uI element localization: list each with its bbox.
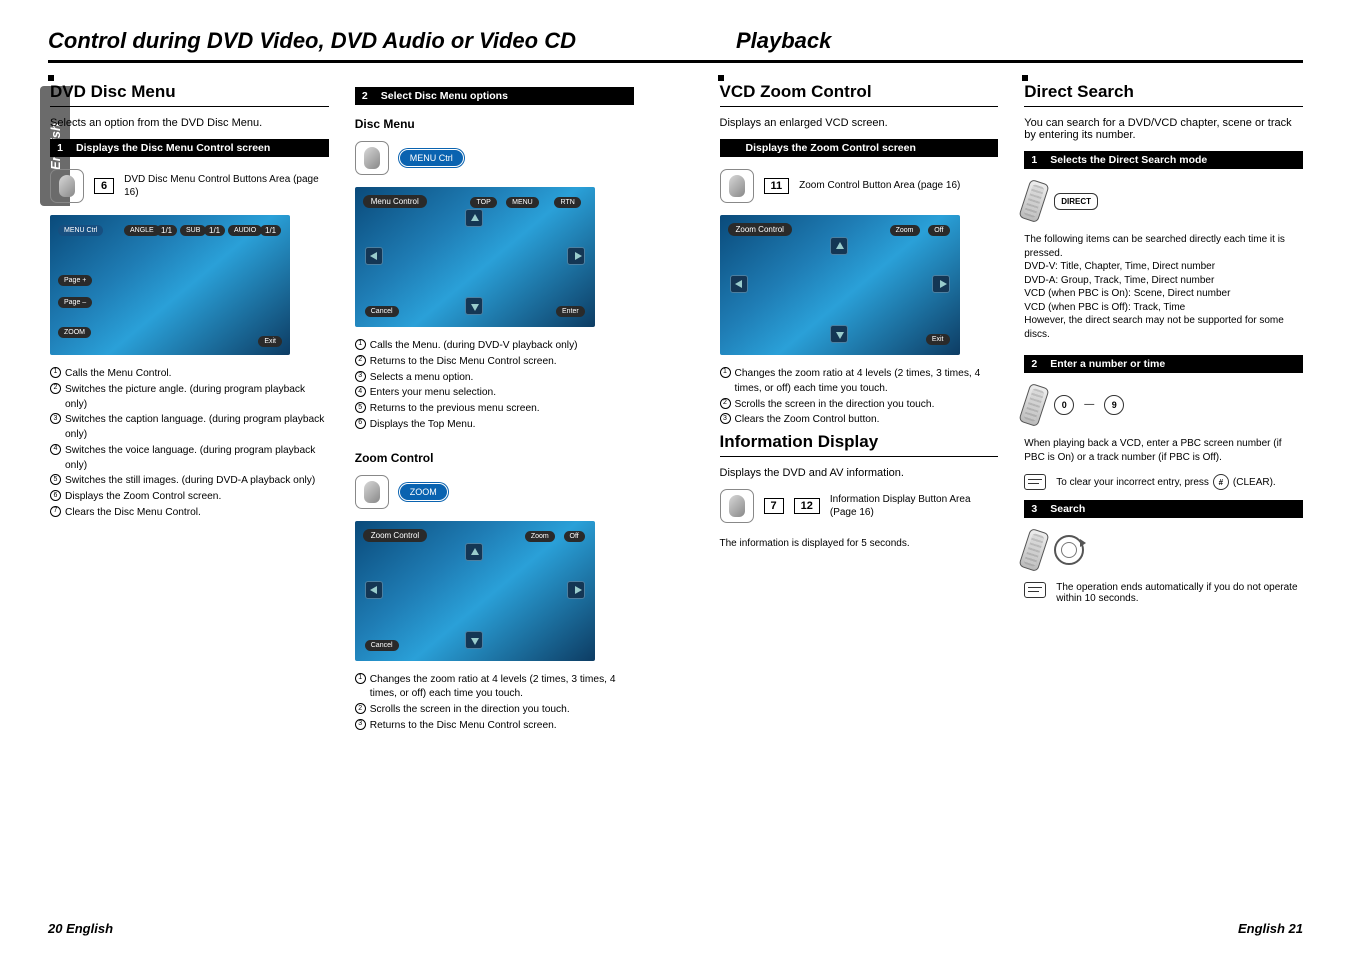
footer-left: 20 English: [48, 921, 113, 936]
heading-dvd-disc-menu: DVD Disc Menu: [50, 79, 329, 102]
remote-icon: [1019, 528, 1050, 572]
step-1-direct: 1 Selects the Direct Search mode: [1024, 151, 1303, 169]
subheading-zoom-control: Zoom Control: [355, 451, 634, 465]
heading-vcd-zoom: VCD Zoom Control: [720, 79, 999, 102]
dial-icon: [1054, 535, 1084, 565]
note-icon: [1024, 582, 1046, 598]
direct-para2: DVD-V: Title, Chapter, Time, Direct numb…: [1024, 260, 1303, 274]
list-disc-menu: 1Calls the Menu. (during DVD-V playback …: [355, 339, 634, 433]
touch-icon: [50, 169, 84, 203]
direct-para7: When playing back a VCD, enter a PBC scr…: [1024, 437, 1303, 464]
list-zoom: 1Changes the zoom ratio at 4 levels (2 t…: [355, 673, 634, 734]
ref-box-11: 11: [764, 178, 790, 194]
ref-text-info: Information Display Button Area (Page 16…: [830, 493, 998, 520]
direct-para5: VCD (when PBC is Off): Track, Time: [1024, 301, 1303, 315]
column-direct-search: Direct Search You can search for a DVD/V…: [1022, 75, 1303, 735]
title-rule: [48, 60, 1303, 63]
info-note: The information is displayed for 5 secon…: [720, 537, 999, 551]
step-2-bar: 2 Select Disc Menu options: [355, 87, 634, 105]
page-title-left: Control during DVD Video, DVD Audio or V…: [48, 28, 576, 54]
remote-icon: [1019, 383, 1050, 427]
list-vcd-zoom: 1Changes the zoom ratio at 4 levels (2 t…: [720, 367, 999, 428]
heading-direct-search: Direct Search: [1024, 79, 1303, 102]
touch-icon: [720, 489, 754, 523]
chip-zoom: ZOOM: [399, 483, 448, 501]
ref-box-7: 7: [764, 498, 784, 514]
step-2-direct: 2 Enter a number or time: [1024, 355, 1303, 373]
direct-para6: However, the direct search may not be su…: [1024, 314, 1303, 341]
direct-para4: VCD (when PBC is On): Scene, Direct numb…: [1024, 287, 1303, 301]
heading-info-display: Information Display: [720, 429, 999, 452]
touch-icon: [720, 169, 754, 203]
direct-button: DIRECT: [1054, 193, 1098, 210]
screenshot-disc-menu-control: MENU Ctrl ANGLE 1/1 SUB 1/1 AUDIO 1/1 Pa…: [50, 215, 290, 355]
ref-box-12: 12: [794, 498, 820, 514]
note-icon: [1024, 474, 1046, 490]
page-title-right: Playback: [736, 28, 831, 54]
touch-icon: [355, 475, 389, 509]
clear-key-icon: #: [1213, 474, 1229, 490]
column-disc-menu-options: 2 Select Disc Menu options Disc Menu MEN…: [353, 75, 634, 735]
lead-direct-search: You can search for a DVD/VCD chapter, sc…: [1024, 117, 1303, 141]
step-blank-bar-zoom: Displays the Zoom Control screen: [720, 139, 999, 157]
direct-para1: The following items can be searched dire…: [1024, 233, 1303, 260]
step-1-bar: 1 Displays the Disc Menu Control screen: [50, 139, 329, 157]
lead-vcd: Displays an enlarged VCD screen.: [720, 117, 999, 129]
lead-dvd-disc-menu: Selects an option from the DVD Disc Menu…: [50, 117, 329, 129]
touch-icon: [355, 141, 389, 175]
subheading-disc-menu: Disc Menu: [355, 117, 634, 131]
ref-box-6: 6: [94, 178, 114, 194]
column-dvd-disc-menu: DVD Disc Menu Selects an option from the…: [48, 75, 329, 735]
numkey-0: 0: [1054, 395, 1074, 415]
step-3-direct: 3 Search: [1024, 500, 1303, 518]
end-note-row: The operation ends automatically if you …: [1024, 582, 1303, 604]
numkey-9: 9: [1104, 395, 1124, 415]
remote-icon: [1019, 179, 1050, 223]
ref-text-6: DVD Disc Menu Control Buttons Area (page…: [124, 173, 329, 200]
chip-menu-ctrl: MENU Ctrl: [399, 149, 464, 167]
lead-info-display: Displays the DVD and AV information.: [720, 467, 999, 479]
list-dvd-disc-menu: 1Calls the Menu Control. 2Switches the p…: [50, 367, 329, 521]
clear-note-row: To clear your incorrect entry, press # (…: [1024, 474, 1303, 490]
direct-para3: DVD-A: Group, Track, Time, Direct number: [1024, 274, 1303, 288]
column-vcd: VCD Zoom Control Displays an enlarged VC…: [718, 75, 999, 735]
screenshot-zoom-control: Zoom Control Zoom Off Cancel: [355, 521, 595, 661]
screenshot-vcd-zoom: Zoom Control Zoom Off Exit: [720, 215, 960, 355]
dash: —: [1084, 398, 1094, 412]
footer-right: English 21: [1238, 921, 1303, 936]
screenshot-menu-control: Menu Control TOP MENU RTN Cancel Enter: [355, 187, 595, 327]
ref-text-11: Zoom Control Button Area (page 16): [799, 179, 960, 193]
